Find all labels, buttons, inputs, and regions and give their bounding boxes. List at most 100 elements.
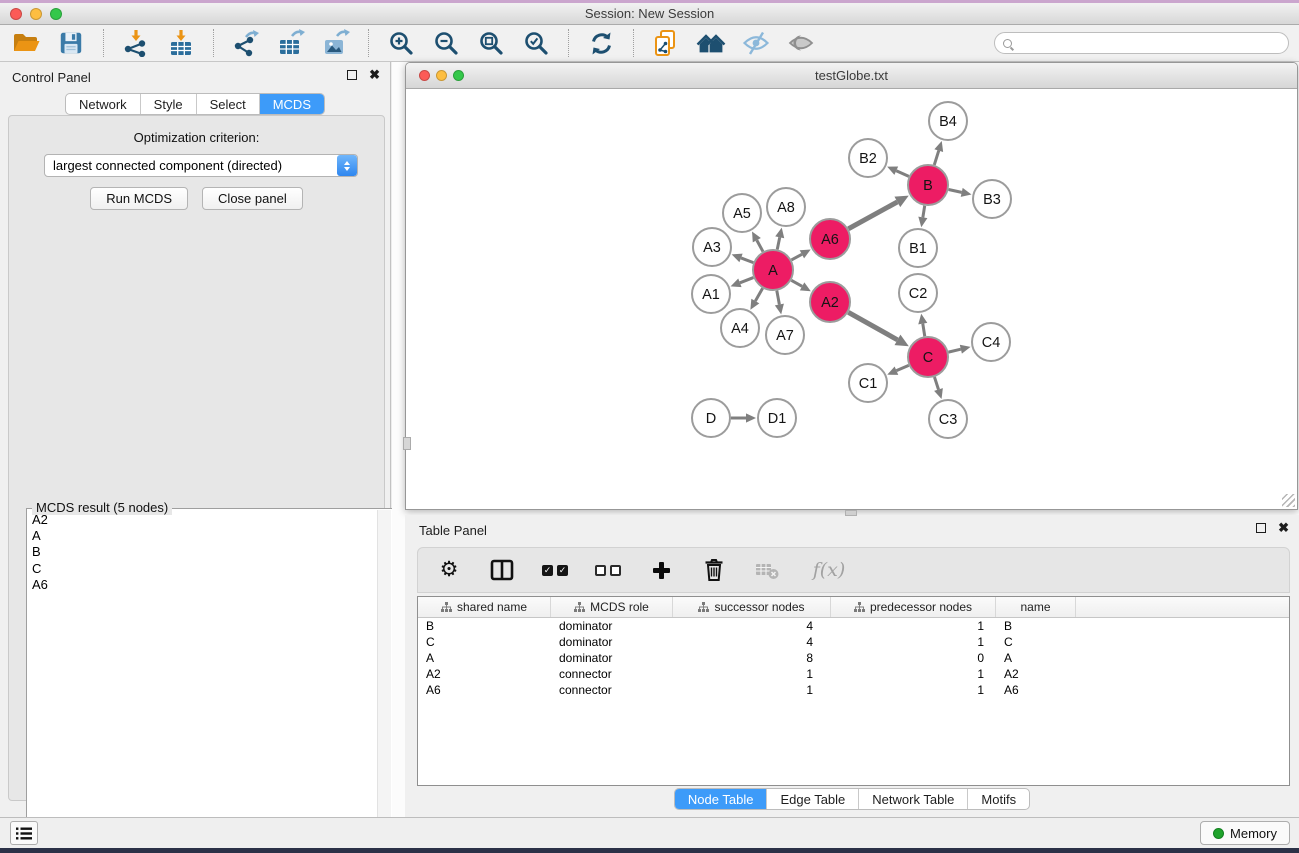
delete-table-button[interactable] (754, 557, 780, 583)
zoom-in-button[interactable] (385, 28, 417, 58)
import-table-button[interactable] (165, 28, 197, 58)
network-canvas[interactable]: B4B2BB3A8A5A6B1A3AA1C2A2A4A7C4CC1C3DD1 (406, 89, 1297, 509)
memory-label: Memory (1230, 826, 1277, 841)
result-item[interactable]: B (29, 544, 376, 560)
edge-A2-C[interactable] (848, 312, 897, 340)
edge-A-A7[interactable] (777, 291, 780, 305)
graph-node-label: A2 (821, 295, 839, 311)
mcds-result-scrollbar[interactable] (377, 510, 391, 845)
edge-C-C1[interactable] (896, 365, 908, 370)
column-header-predecessor-nodes[interactable]: predecessor nodes (831, 597, 996, 617)
duplicate-network-button[interactable] (650, 28, 682, 58)
splitter-handle-horizontal[interactable] (845, 510, 857, 516)
table-row[interactable]: Bdominator41B (418, 618, 1289, 634)
column-header-name[interactable]: name (996, 597, 1076, 617)
edge-B-B2[interactable] (896, 171, 909, 177)
table-panel-header: Table Panel ✖ (405, 515, 1299, 545)
network-close-button[interactable] (419, 70, 430, 81)
run-mcds-button[interactable]: Run MCDS (90, 187, 188, 210)
float-panel-icon[interactable] (347, 70, 357, 80)
edge-A-A3[interactable] (741, 258, 753, 263)
table-tab-motifs[interactable]: Motifs (967, 789, 1029, 809)
column-header-shared-name[interactable]: shared name (418, 597, 551, 617)
splitter-handle-vertical[interactable] (403, 437, 411, 450)
edge-A-A6[interactable] (791, 254, 801, 260)
show-columns-button[interactable] (489, 557, 515, 583)
edge-B-B1[interactable] (923, 206, 925, 218)
edge-A-A2[interactable] (791, 280, 802, 286)
table-cell: 1 (831, 666, 996, 682)
close-panel-icon[interactable]: ✖ (369, 70, 380, 80)
hide-graphics-details-button[interactable] (740, 28, 772, 58)
close-table-panel-icon[interactable]: ✖ (1278, 523, 1289, 533)
export-table-icon (277, 29, 305, 57)
table-cell: 8 (673, 650, 831, 666)
column-header-successor-nodes[interactable]: successor nodes (673, 597, 831, 617)
select-all-button[interactable]: ✓✓ (542, 557, 568, 583)
table-tab-node-table[interactable]: Node Table (675, 789, 767, 809)
network-zoom-button[interactable] (453, 70, 464, 81)
column-header-mcds-role[interactable]: MCDS role (551, 597, 673, 617)
search-input[interactable] (1017, 36, 1280, 50)
tab-style[interactable]: Style (140, 94, 196, 114)
table-row[interactable]: A2connector11A2 (418, 666, 1289, 682)
network-minimize-button[interactable] (436, 70, 447, 81)
export-network-button[interactable] (230, 28, 262, 58)
close-panel-button[interactable]: Close panel (202, 187, 303, 210)
edge-B-B4[interactable] (934, 151, 938, 165)
eye-slash-icon (742, 30, 770, 56)
table-tab-edge-table[interactable]: Edge Table (766, 789, 858, 809)
network-graph[interactable]: B4B2BB3A8A5A6B1A3AA1C2A2A4A7C4CC1C3DD1 (406, 89, 1296, 509)
save-session-button[interactable] (55, 28, 87, 58)
tab-select[interactable]: Select (196, 94, 259, 114)
edge-arrowhead (775, 304, 784, 315)
show-graphics-details-button[interactable] (785, 28, 817, 58)
delete-button[interactable] (701, 557, 727, 583)
table-tabs-row: Node TableEdge TableNetwork TableMotifs (405, 788, 1299, 810)
edge-A-A8[interactable] (777, 237, 779, 249)
edge-A6-B[interactable] (848, 202, 897, 229)
table-settings-button[interactable]: ⚙ (436, 557, 462, 583)
export-image-button[interactable] (320, 28, 352, 58)
zoom-in-icon (388, 30, 415, 57)
table-row[interactable]: A6connector11A6 (418, 682, 1289, 698)
zoom-selected-button[interactable] (520, 28, 552, 58)
deselect-all-button[interactable] (595, 557, 621, 583)
edge-A-A4[interactable] (755, 288, 762, 301)
result-item[interactable]: C (29, 561, 376, 577)
tab-mcds[interactable]: MCDS (259, 94, 324, 114)
task-history-button[interactable] (10, 821, 38, 845)
node-table-body: Bdominator41BCdominator41CAdominator80AA… (418, 618, 1289, 698)
zoom-out-button[interactable] (430, 28, 462, 58)
result-item[interactable]: A2 (29, 512, 376, 528)
edge-B-B3[interactable] (949, 189, 962, 192)
edge-C-C2[interactable] (923, 324, 925, 337)
function-builder-button[interactable]: f(x) (807, 557, 851, 583)
table-cell: A (418, 650, 551, 666)
table-tab-network-table[interactable]: Network Table (858, 789, 967, 809)
function-icon: f(x) (813, 559, 846, 581)
zoom-window-button[interactable] (50, 8, 62, 20)
import-network-button[interactable] (120, 28, 152, 58)
edge-A-A5[interactable] (757, 240, 763, 251)
home-button[interactable] (695, 28, 727, 58)
table-row[interactable]: Adominator80A (418, 650, 1289, 666)
optimization-criterion-dropdown[interactable]: largest connected component (directed) (44, 154, 358, 177)
result-item[interactable]: A (29, 528, 376, 544)
tab-network[interactable]: Network (66, 94, 140, 114)
window-resize-grip[interactable] (1282, 494, 1295, 507)
memory-button[interactable]: Memory (1200, 821, 1290, 845)
result-item[interactable]: A6 (29, 577, 376, 593)
open-session-button[interactable] (10, 28, 42, 58)
add-button[interactable] (648, 557, 674, 583)
edge-A-A1[interactable] (740, 278, 754, 283)
refresh-layout-button[interactable] (585, 28, 617, 58)
table-row[interactable]: Cdominator41C (418, 634, 1289, 650)
float-table-panel-icon[interactable] (1256, 523, 1266, 533)
close-window-button[interactable] (10, 8, 22, 20)
minimize-window-button[interactable] (30, 8, 42, 20)
zoom-fit-button[interactable] (475, 28, 507, 58)
edge-C-C3[interactable] (934, 377, 938, 390)
edge-C-C4[interactable] (948, 349, 960, 352)
export-table-button[interactable] (275, 28, 307, 58)
